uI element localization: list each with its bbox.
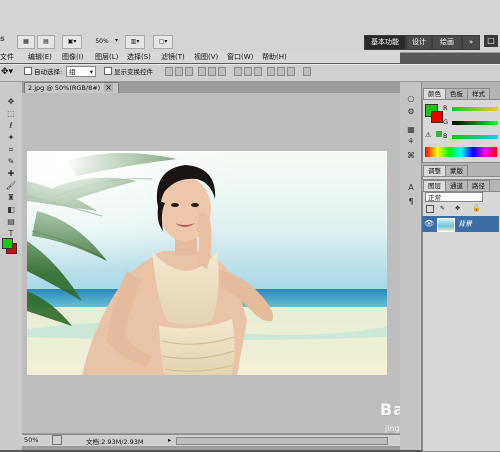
bridge-button[interactable]: ▦ [17,35,35,49]
eyedropper-tool-icon[interactable]: ✎ [2,156,20,168]
workspace-more[interactable]: » [462,35,480,50]
character-icon[interactable]: A [404,182,418,194]
paragraph-icon[interactable]: ¶ [404,196,418,208]
distribute-bottom-icon[interactable] [254,67,262,76]
blend-mode-select[interactable]: 正常 [425,192,483,202]
channel-r-slider[interactable] [452,107,498,111]
color-spectrum-ramp[interactable] [425,147,497,157]
channel-b-slider[interactable] [452,135,498,139]
window-restore-icon[interactable]: □ [484,35,498,47]
channel-b-label: B [443,132,448,140]
menu-edit[interactable]: 编辑(E) [28,52,52,63]
clone-stamp-tool-icon[interactable]: ♜ [2,192,20,204]
status-menu-arrow[interactable]: ▸ [168,436,171,444]
layer-thumbnail [437,218,455,232]
channel-g-label: G [443,118,449,126]
chevron-down-icon[interactable]: ▾ [115,37,118,44]
menu-view[interactable]: 视图(V) [194,52,218,63]
panel-background-swatch[interactable] [431,111,443,123]
tool-presets-icon[interactable]: ⌘ [404,150,418,162]
history-icon[interactable]: ⎔ [404,94,418,106]
distribute-top-icon[interactable] [234,67,242,76]
blend-mode-value: 正常 [428,194,441,202]
move-tool-icon[interactable]: ✥ [2,96,20,108]
menu-layer[interactable]: 图层(L) [95,52,118,63]
lock-position-icon[interactable]: ✥ [455,205,460,212]
marquee-tool-icon[interactable]: ⬚ [2,108,20,120]
gradient-tool-icon[interactable]: ▤ [2,216,20,228]
move-tool-icon[interactable]: ✥▾ [1,67,13,77]
eye-icon[interactable]: 👁 [424,219,434,228]
screen-mode-button[interactable]: ▢▾ [153,35,173,49]
healing-brush-tool-icon[interactable]: ✚ [2,168,20,180]
lock-pixels-icon[interactable]: ✎ [440,205,445,212]
menu-window[interactable]: 窗口(W) [227,52,253,63]
channel-r-label: R [443,104,448,112]
align-hcenter-icon[interactable] [208,67,216,76]
menu-select[interactable]: 选择(S) [127,52,151,63]
eraser-tool-icon[interactable]: ◧ [2,204,20,216]
workspace-essentials[interactable]: 基本功能 [364,35,406,50]
app-brand: s [0,34,5,43]
status-zoom[interactable]: 50% [24,436,38,444]
status-icon[interactable] [52,435,62,445]
arrange-documents-button[interactable]: ▥▾ [125,35,145,49]
foreground-color-swatch-front [2,238,13,249]
distribute-left-icon[interactable] [267,67,275,76]
status-document-size: 文档:2.93M/2.93M [86,438,144,446]
crop-tool-icon[interactable]: ⌗ [2,144,20,156]
auto-select-dropdown[interactable]: 组 ▾ [66,66,96,77]
align-left-icon[interactable] [198,67,206,76]
align-right-icon[interactable] [218,67,226,76]
close-icon[interactable]: × [104,83,113,92]
align-vcenter-icon[interactable] [175,67,183,76]
menu-help[interactable]: 帮助(H) [262,52,287,63]
magic-wand-tool-icon[interactable]: ✦ [2,132,20,144]
clone-source-icon[interactable]: ⚘ [404,136,418,148]
menu-image[interactable]: 图像(I) [62,52,84,63]
auto-select-label: 自动选择: [34,68,63,76]
document-tab-title: 2.jpg @ 50%(RGB/8#) [28,84,101,92]
auto-select-checkbox[interactable]: 自动选择: [24,67,62,77]
gamut-swatch[interactable] [436,131,442,137]
align-top-icon[interactable] [165,67,173,76]
canvas-photo[interactable] [27,151,387,375]
align-bottom-icon[interactable] [185,67,193,76]
channel-g-slider[interactable] [452,121,498,125]
brush-tool-icon[interactable]: 🖌 [2,180,20,192]
show-transform-label: 显示变换控件 [114,68,153,76]
distribute-vcenter-icon[interactable] [244,67,252,76]
horizontal-scrollbar[interactable] [176,437,388,445]
zoom-level-select[interactable]: 50% [88,35,116,49]
show-transform-checkbox[interactable]: 显示变换控件 [104,67,153,77]
menu-filter[interactable]: 滤镜(T) [161,52,185,63]
properties-icon[interactable]: ⚙ [404,106,418,118]
auto-align-icon[interactable] [303,67,311,76]
workspace-painting[interactable]: 绘画 [432,35,462,50]
lasso-tool-icon[interactable]: ℓ [2,120,20,132]
chevron-down-icon: ▾ [89,68,93,76]
distribute-right-icon[interactable] [287,67,295,76]
lock-transparency-icon[interactable] [426,205,434,213]
auto-select-value: 组 [69,68,76,76]
menu-file[interactable]: 文件 [0,52,14,63]
workspace-design[interactable]: 设计 [406,35,432,50]
distribute-hcenter-icon[interactable] [277,67,285,76]
view-extras-button[interactable]: ▣▾ [62,35,82,49]
layer-name: 背景 [458,220,472,228]
lock-icon[interactable]: 🔒 [472,204,481,212]
warning-icon[interactable]: ⚠ [425,131,431,139]
brush-preset-icon[interactable]: ▦ [404,124,418,136]
mini-bridge-button[interactable]: ▤ [37,35,55,49]
